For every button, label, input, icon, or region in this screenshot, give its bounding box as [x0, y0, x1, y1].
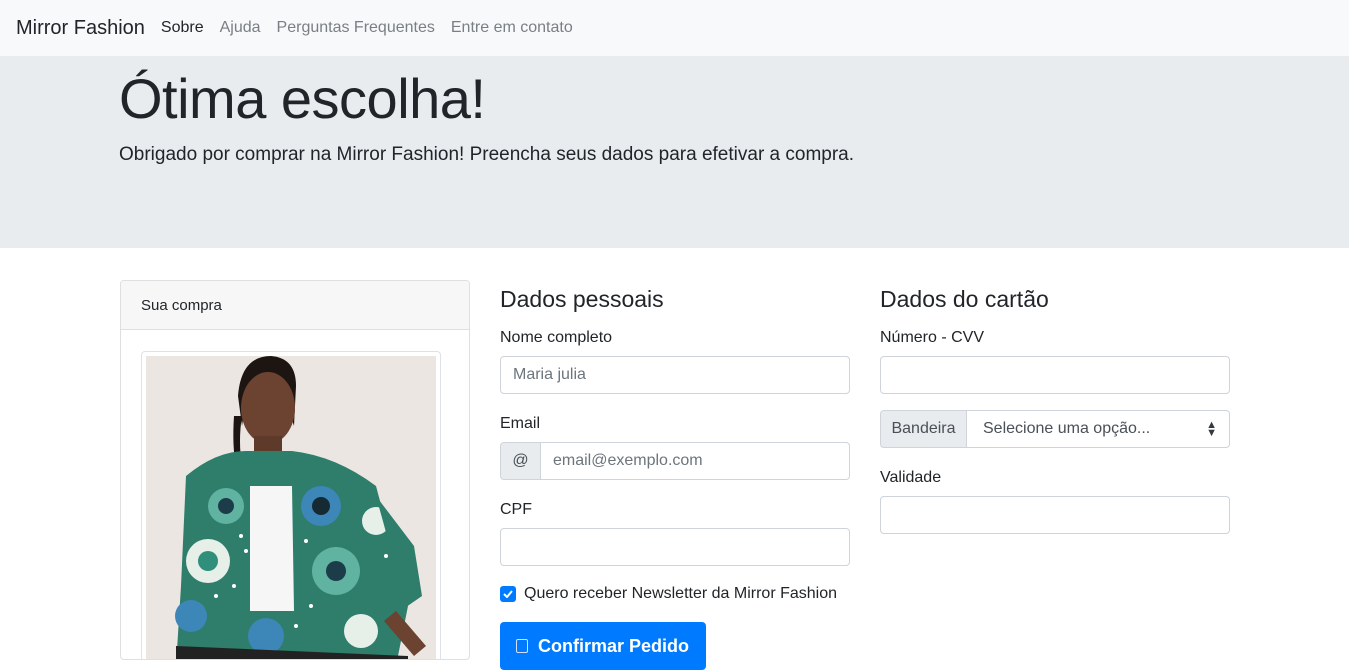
card-number-label: Número - CVV [880, 329, 985, 346]
purchase-card-header: Sua compra [121, 281, 469, 330]
product-photo [146, 356, 436, 659]
hero-banner: Ótima escolha! Obrigado por comprar na M… [0, 56, 1349, 248]
nav-link-contato[interactable]: Entre em contato [451, 19, 573, 37]
card-brand-selected: Selecione uma opção... [983, 420, 1151, 437]
confirm-order-label: Confirmar Pedido [538, 635, 690, 656]
confirm-order-button[interactable]: Confirmar Pedido [500, 622, 706, 670]
product-thumbnail [141, 351, 441, 659]
nav-link-sobre[interactable]: Sobre [161, 19, 204, 37]
cpf-label: CPF [500, 501, 532, 518]
hero-lead: Obrigado por comprar na Mirror Fashion! … [119, 144, 855, 165]
hero-title: Ótima escolha! [119, 67, 486, 130]
card-brand-group: Bandeira Selecione uma opção... ▲ ▼ [880, 410, 1230, 448]
card-brand-select[interactable]: Selecione uma opção... ▲ ▼ [967, 410, 1230, 448]
email-at-addon: @ [500, 442, 541, 480]
newsletter-row: Quero receber Newsletter da Mirror Fashi… [500, 585, 837, 603]
nav-link-perguntas-frequentes[interactable]: Perguntas Frequentes [277, 19, 435, 37]
check-icon [503, 590, 513, 598]
personal-data-title: Dados pessoais [500, 286, 664, 312]
validity-label: Validade [880, 469, 942, 486]
name-label: Nome completo [500, 329, 613, 346]
purchase-card: Sua compra [120, 280, 470, 660]
email-input-group: @ [500, 442, 850, 480]
email-label: Email [500, 415, 541, 432]
cpf-input[interactable] [500, 528, 850, 566]
validity-input[interactable] [880, 496, 1230, 534]
checkbox-icon [516, 639, 528, 653]
select-arrows-icon: ▲ ▼ [1206, 419, 1217, 439]
email-input[interactable] [541, 442, 850, 480]
navbar: Mirror Fashion Sobre Ajuda Perguntas Fre… [0, 0, 1349, 56]
card-number-input[interactable] [880, 356, 1230, 394]
brand-link[interactable]: Mirror Fashion [16, 17, 145, 40]
newsletter-label[interactable]: Quero receber Newsletter da Mirror Fashi… [524, 585, 837, 603]
card-data-title: Dados do cartão [880, 286, 1049, 312]
nav-link-ajuda[interactable]: Ajuda [220, 19, 261, 37]
newsletter-checkbox[interactable] [500, 586, 516, 602]
card-brand-addon: Bandeira [880, 410, 967, 448]
name-input[interactable] [500, 356, 850, 394]
